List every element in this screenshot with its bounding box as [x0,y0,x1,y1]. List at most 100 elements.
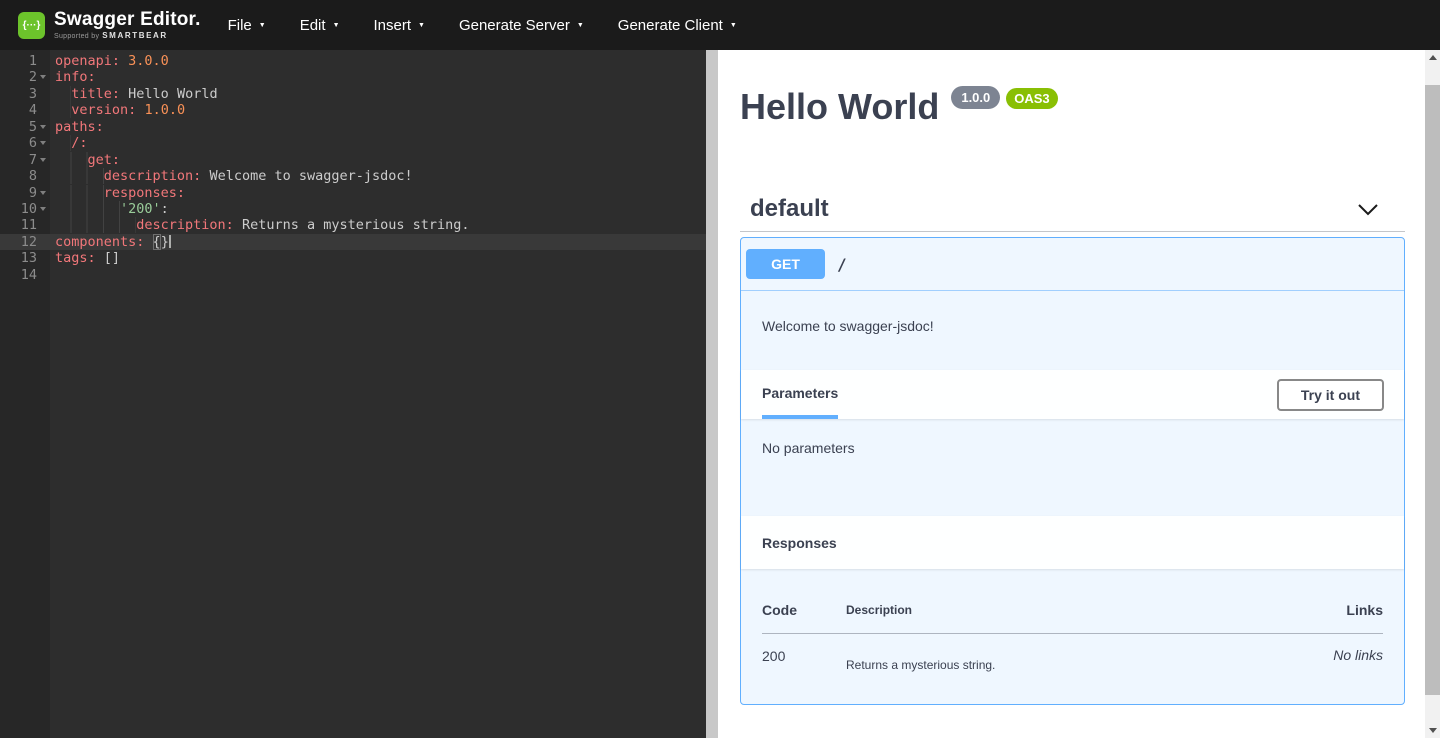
code-text: title: Hello World [50,86,218,102]
scroll-up-button[interactable] [1425,50,1440,65]
menu-edit[interactable]: Edit ▼ [300,17,340,34]
line-number: 6 [0,135,37,151]
code-text: version: 1.0.0 [50,102,185,118]
code-text: /: [50,135,88,151]
code-text: tags: [] [50,250,120,266]
code-line[interactable]: 14 [0,267,706,283]
code-text: openapi: 3.0.0 [50,53,169,69]
code-text: description: Welcome to swagger-jsdoc! [50,168,413,184]
tag-section-default[interactable]: default [740,195,1405,232]
line-number: 8 [0,168,37,184]
responses-title: Responses [762,535,837,551]
vertical-scrollbar[interactable] [1425,50,1440,738]
scroll-down-icon [1429,728,1437,733]
fold-cell[interactable] [37,185,50,201]
code-text: get: [50,152,120,168]
fold-cell[interactable] [37,135,50,151]
code-line[interactable]: 10 '200': [0,201,706,217]
code-text: description: Returns a mysterious string… [50,217,470,233]
operation-description: Welcome to swagger-jsdoc! [741,291,1404,370]
code-fold-icon[interactable] [40,158,46,162]
line-number: 7 [0,152,37,168]
code-text: components: {} [50,234,171,250]
menu-label: File [228,17,252,34]
code-line[interactable]: 1 openapi: 3.0.0 [0,53,706,69]
response-links: No links [1263,634,1383,705]
line-number: 14 [0,267,37,283]
code-text: info: [50,69,96,85]
responses-col-code: Code [762,589,846,634]
code-line[interactable]: 7 get: [0,152,706,168]
line-number: 5 [0,119,37,135]
version-badge: 1.0.0 [951,86,1000,109]
code-line[interactable]: 4 version: 1.0.0 [0,102,706,118]
menu-generate-client[interactable]: Generate Client▼ [618,17,737,34]
menu-label: Generate Server [459,17,570,34]
scroll-down-button[interactable] [1425,723,1440,738]
line-number: 11 [0,217,37,233]
responses-table: Code Description Links 200Returns a myst… [762,589,1383,704]
code-text: '200': [50,201,169,217]
tag-name: default [750,195,829,223]
try-it-out-button[interactable]: Try it out [1277,379,1384,411]
smartbear-wordmark: SMARTBEAR [102,31,168,40]
swagger-editor-logo[interactable]: {···} Swagger Editor. Supported bySMARTB… [18,10,201,40]
line-number: 2 [0,69,37,85]
text-cursor [169,235,171,248]
chevron-down-icon[interactable] [1357,203,1379,216]
fold-cell[interactable] [37,69,50,85]
menu-caret-icon: ▼ [333,22,340,29]
fold-cell[interactable] [37,152,50,168]
code-line[interactable]: 2 info: [0,69,706,85]
code-fold-icon[interactable] [40,125,46,129]
parameters-header-bar: Parameters Try it out [741,370,1404,419]
code-line[interactable]: 9 responses: [0,185,706,201]
menu-label: Insert [374,17,412,34]
fold-cell[interactable] [37,119,50,135]
code-text [50,267,55,283]
code-line[interactable]: 8 description: Welcome to swagger-jsdoc! [0,168,706,184]
code-line[interactable]: 6 /: [0,135,706,151]
fold-cell[interactable] [37,201,50,217]
responses-col-description: Description [846,589,1263,634]
yaml-code-editor[interactable]: 1 openapi: 3.0.0 2 info:3 title: Hello Worl… [0,50,706,738]
no-parameters-text: No parameters [741,419,1404,516]
tab-parameters[interactable]: Parameters [762,370,838,419]
fold-cell [37,53,50,69]
menu-caret-icon: ▼ [418,22,425,29]
opblock-get-root: GET / Welcome to swagger-jsdoc! Paramete… [740,237,1405,705]
supported-by-label: Supported bySMARTBEAR [54,31,201,40]
line-number: 12 [0,234,37,250]
code-text: paths: [50,119,104,135]
line-number: 1 [0,53,37,69]
code-fold-icon[interactable] [40,75,46,79]
fold-cell [37,234,50,250]
scrollbar-thumb[interactable] [1425,85,1440,695]
operation-summary[interactable]: GET / [741,238,1404,291]
code-fold-icon[interactable] [40,207,46,211]
brand-title: Swagger Editor. [54,10,201,30]
code-line[interactable]: 13tags: [] [0,250,706,266]
menu-file[interactable]: File ▼ [228,17,266,34]
code-fold-icon[interactable] [40,191,46,195]
fold-cell [37,217,50,233]
menu-label: Edit [300,17,326,34]
menu-generate-server[interactable]: Generate Server ▼ [459,17,584,34]
swagger-ui-preview: Hello World 1.0.0 OAS3 default GET / Wel… [718,50,1425,738]
code-line[interactable]: 11 description: Returns a mysterious str… [0,217,706,233]
code-fold-icon[interactable] [40,141,46,145]
menu-insert[interactable]: Insert ▼ [374,17,425,34]
code-line[interactable]: 12 components: {} [0,234,706,250]
menu-caret-icon: ▼ [577,22,584,29]
menu-caret-icon: ▼ [259,22,266,29]
response-row: 200Returns a mysterious string.No links [762,634,1383,705]
code-line[interactable]: 5 paths: [0,119,706,135]
code-line[interactable]: 3 title: Hello World [0,86,706,102]
pane-splitter[interactable] [706,50,718,738]
parameters-tab-label: Parameters [762,385,838,401]
line-number: 10 [0,201,37,217]
responses-table-wrapper: Code Description Links 200Returns a myst… [741,569,1404,704]
get-method-button[interactable]: GET [746,249,825,279]
code-text: responses: [50,185,185,201]
line-number: 9 [0,185,37,201]
